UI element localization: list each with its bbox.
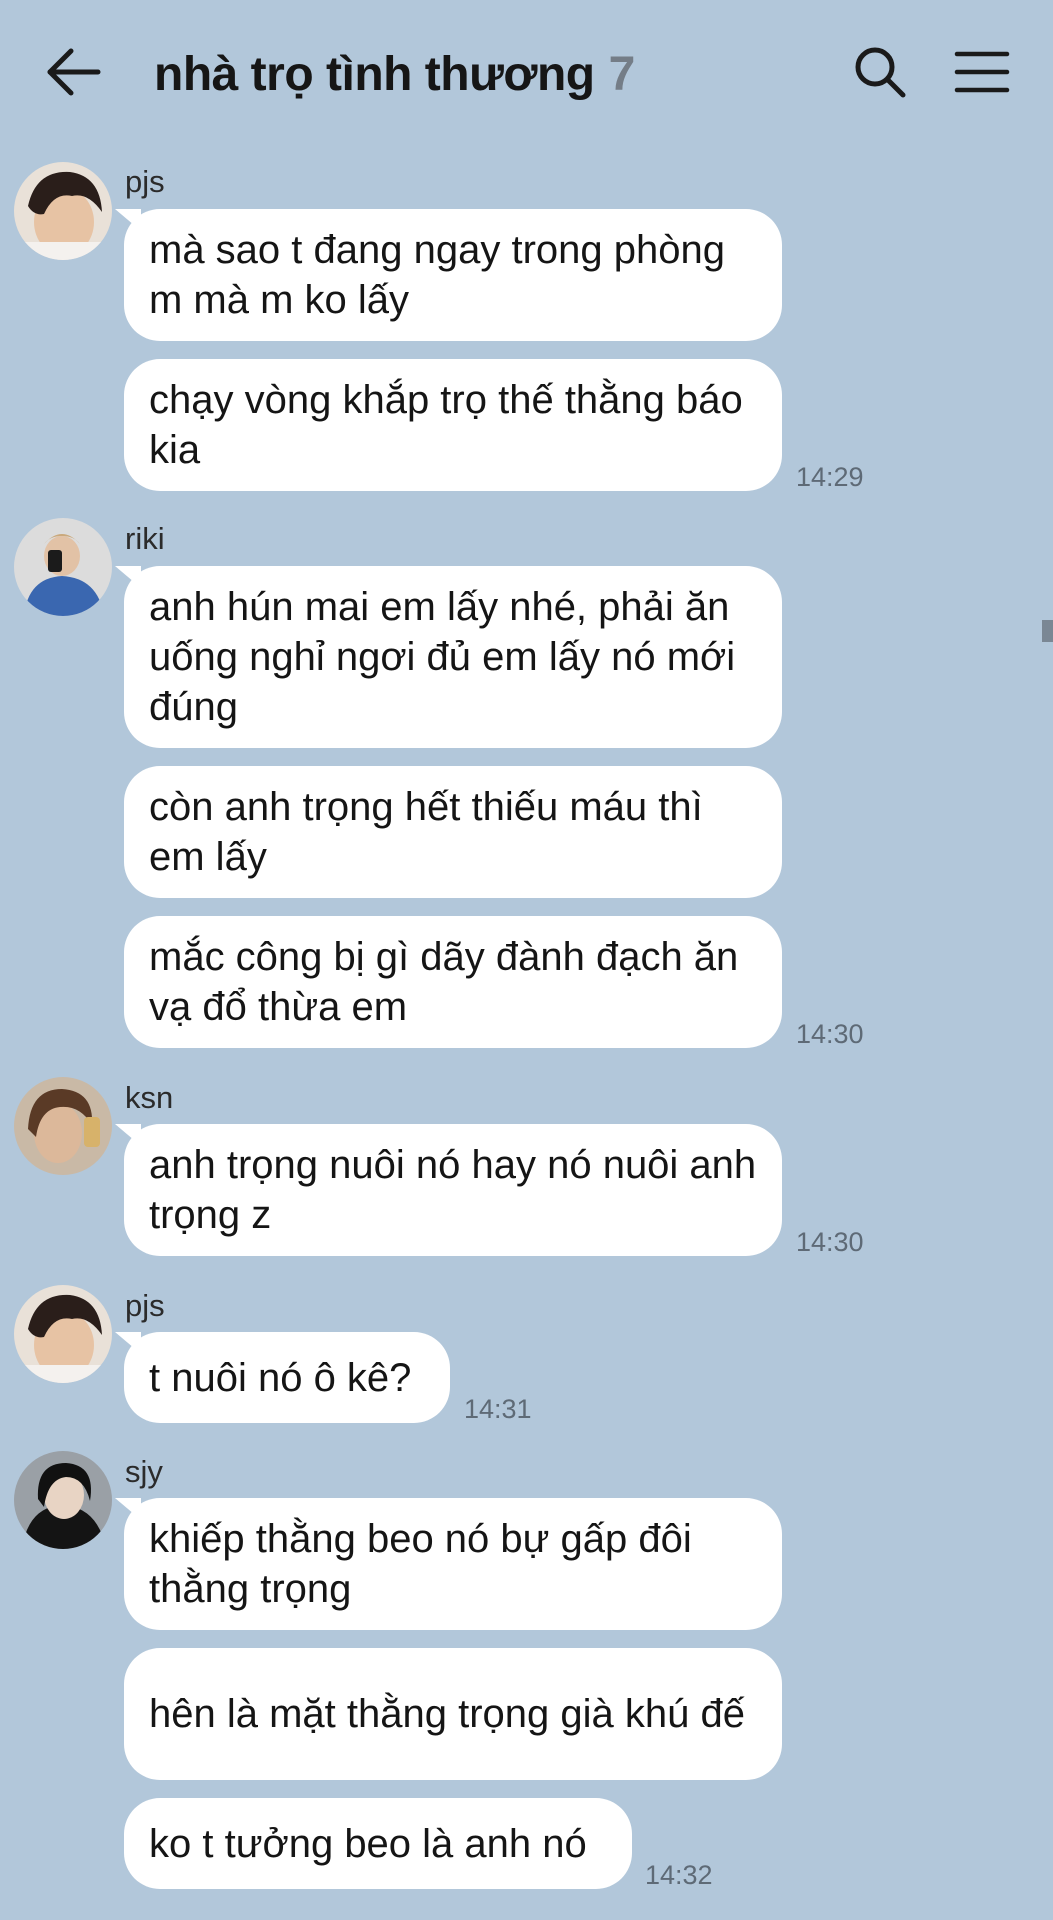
- profile-photo: [14, 1077, 112, 1175]
- message-bubble[interactable]: khiếp thằng beo nó bự gấp đôi thằng trọn…: [124, 1498, 782, 1630]
- arrow-left-icon: [47, 48, 101, 96]
- message-bubble[interactable]: ko t tưởng beo là anh nó: [124, 1798, 632, 1889]
- message-bubble[interactable]: còn anh trọng hết thiếu máu thì em lấy: [124, 766, 782, 898]
- avatar-pjs[interactable]: [14, 1285, 112, 1383]
- message-text: mắc công bị gì dãy đành đạch ăn vạ đổ th…: [149, 935, 739, 1029]
- sender-name: riki: [125, 521, 165, 556]
- message-text: hên là mặt thằng trọng già khú đế: [149, 1692, 745, 1736]
- message-text: còn anh trọng hết thiếu máu thì em lấy: [149, 785, 703, 879]
- message-text: anh hún mai em lấy nhé, phải ăn uống ngh…: [149, 585, 736, 729]
- profile-photo: [14, 1285, 112, 1383]
- message-timestamp: 14:30: [796, 1227, 864, 1257]
- message-bubble[interactable]: anh trọng nuôi nó hay nó nuôi anh trọng …: [124, 1124, 782, 1256]
- message-timestamp: 14:29: [796, 462, 864, 492]
- message-bubble[interactable]: chạy vòng khắp trọ thế thằng báo kia: [124, 359, 782, 491]
- search-button[interactable]: [852, 44, 908, 100]
- message-timestamp: 14:32: [645, 1860, 713, 1890]
- profile-photo: [14, 1451, 112, 1549]
- avatar-pjs[interactable]: [14, 162, 112, 260]
- sender-name: pjs: [125, 164, 165, 199]
- menu-button[interactable]: [954, 48, 1010, 96]
- avatar-riki[interactable]: [14, 518, 112, 616]
- scrollbar-thumb[interactable]: [1042, 620, 1053, 642]
- member-count: 7: [608, 47, 636, 101]
- profile-photo: [14, 518, 112, 616]
- message-text: chạy vòng khắp trọ thế thằng báo kia: [149, 378, 743, 472]
- message-text: t nuôi nó ô kê?: [149, 1355, 412, 1400]
- message-text: anh trọng nuôi nó hay nó nuôi anh trọng …: [149, 1143, 757, 1237]
- message-bubble[interactable]: anh hún mai em lấy nhé, phải ăn uống ngh…: [124, 566, 782, 748]
- message-bubble[interactable]: mà sao t đang ngay trong phòng m mà m ko…: [124, 209, 782, 341]
- sender-name: sjy: [125, 1454, 163, 1489]
- avatar-ksn[interactable]: [14, 1077, 112, 1175]
- avatar-sjy[interactable]: [14, 1451, 112, 1549]
- message-text: ko t tưởng beo là anh nó: [149, 1821, 587, 1866]
- chat-room-title: nhà trọ tình thương: [154, 47, 595, 101]
- sender-name: pjs: [125, 1288, 165, 1323]
- chat-header: nhà trọ tình thương 7: [0, 0, 1053, 148]
- search-icon: [855, 47, 906, 98]
- profile-photo: [14, 162, 112, 260]
- back-button[interactable]: [44, 46, 104, 98]
- message-timestamp: 14:31: [464, 1394, 532, 1424]
- message-bubble[interactable]: mắc công bị gì dãy đành đạch ăn vạ đổ th…: [124, 916, 782, 1048]
- message-text: khiếp thằng beo nó bự gấp đôi thằng trọn…: [149, 1517, 692, 1611]
- message-text: mà sao t đang ngay trong phòng m mà m ko…: [149, 228, 725, 322]
- message-timestamp: 14:30: [796, 1019, 864, 1049]
- message-bubble[interactable]: t nuôi nó ô kê?: [124, 1332, 450, 1423]
- message-bubble[interactable]: hên là mặt thằng trọng già khú đế: [124, 1648, 782, 1780]
- sender-name: ksn: [125, 1080, 174, 1115]
- chat-title-group[interactable]: nhà trọ tình thương 7: [154, 44, 635, 104]
- hamburger-menu-icon: [954, 51, 1010, 93]
